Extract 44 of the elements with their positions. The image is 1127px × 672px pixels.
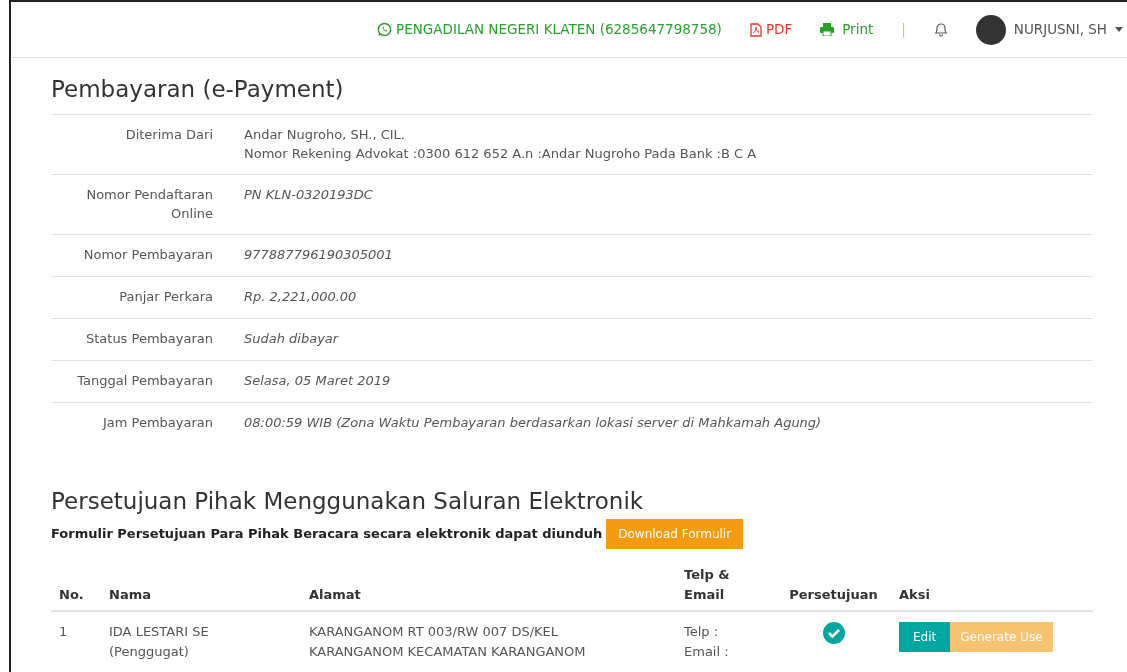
field-value: Andar Nugroho, SH., CIL. xyxy=(244,125,406,144)
column-header: Persetujuan xyxy=(776,559,891,612)
column-header: Aksi xyxy=(891,559,1093,612)
separator-mark: | xyxy=(901,20,906,40)
print-link[interactable]: Print xyxy=(820,19,874,40)
table-cell-text: Telp : xyxy=(684,623,720,642)
table-cell-text: KARANGANOM KECAMATAN KARANGANOM xyxy=(309,642,587,661)
printer-icon xyxy=(820,23,835,36)
field-label: Tanggal Pembayaran xyxy=(76,371,214,390)
field-value: Selasa, 05 Maret 2019 xyxy=(244,371,391,390)
table-cell-text: (Penggugat) xyxy=(109,642,190,661)
edit-button[interactable]: Edit xyxy=(899,622,951,653)
field-label: Status Pembayaran xyxy=(84,329,214,348)
court-link[interactable]: PENGADILAN NEGERI KLATEN (6285647798758) xyxy=(377,19,722,40)
table-cell: 1 xyxy=(51,611,101,672)
caret-icon xyxy=(1115,27,1123,32)
user-menu[interactable]: NURJUSNI, SH xyxy=(975,14,1123,45)
field-value: Rp. 2,221,000.00 xyxy=(244,287,357,306)
field-value: Nomor Rekening Advokat :0300 612 652 A.n :Andar Nugroho Pada Bank :B C A xyxy=(244,145,757,164)
whatsapp-icon xyxy=(377,22,393,37)
field-label: Panjar Perkara xyxy=(118,287,214,306)
pdf-link[interactable]: PDF xyxy=(749,19,793,40)
form-note: Formulir Persetujuan Para Pihak Beracara secara elektronik dapat diunduh xyxy=(51,525,603,544)
table-cell-text: KARANGANOM RT 003/RW 007 DS/KEL xyxy=(309,623,559,642)
field-value: PN KLN-0320193DC xyxy=(244,185,373,204)
column-header: No. xyxy=(51,559,101,612)
field-value: Sudah dibayar xyxy=(244,329,339,348)
table-cell-text: IDA LESTARI SE xyxy=(109,623,210,642)
field-label: Diterima Dari xyxy=(124,125,214,144)
section-title: Persetujuan Pihak Menggunakan Saluran Elektronik xyxy=(51,487,645,516)
field-label: Nomor Pendaftaran Online xyxy=(85,185,214,224)
column-header: Telp & Email xyxy=(676,559,776,612)
section-title: Pembayaran (e-Payment) xyxy=(51,76,345,104)
pdf-file-icon xyxy=(749,22,762,37)
avatar-icon xyxy=(975,14,1006,45)
table-cell-text: Email : xyxy=(684,642,730,661)
field-label: Jam Pembayaran xyxy=(101,413,214,432)
field-value: 08:00:59 WIB (Zona Waktu Pembayaran berdasarkan lokasi server di Mahkamah Agung) xyxy=(244,413,822,432)
column-header: Nama xyxy=(101,559,301,612)
column-header: Alamat xyxy=(301,559,676,612)
bell-icon[interactable] xyxy=(933,22,948,37)
field-label: Nomor Pembayaran xyxy=(82,245,214,264)
download-button[interactable]: Download Formulir xyxy=(606,519,744,550)
field-value: 977887796190305001 xyxy=(244,245,393,264)
